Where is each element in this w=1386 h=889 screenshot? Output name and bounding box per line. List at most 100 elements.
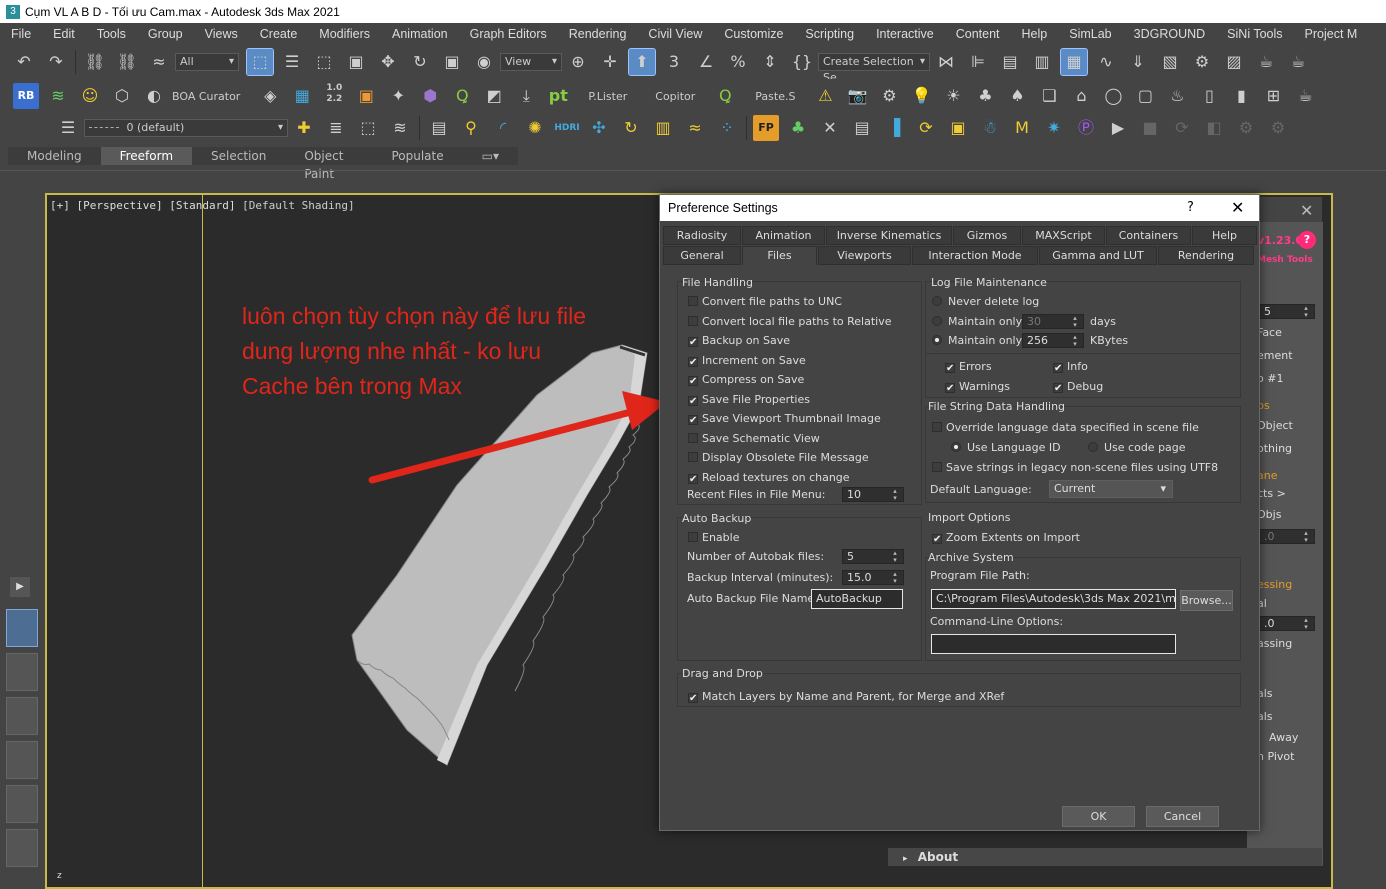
select-by-name-icon[interactable]: ☰ [279,49,305,75]
gear-icon[interactable]: ✷ [1041,115,1067,141]
snap-toggle-icon[interactable]: 3 [661,49,687,75]
pivot-center-icon[interactable]: ⊕ [565,49,591,75]
cb-reload-textures[interactable]: ✔ Reload textures on change [688,471,850,485]
cb-zoom-extents[interactable]: ✔ Zoom Extents on Import [932,531,1080,545]
stack-icon[interactable]: ◈ [257,83,283,109]
cb-backup-on-save[interactable]: ✔ Backup on Save [688,334,790,348]
dialog-help-button[interactable]: ? [1187,195,1207,221]
cancel-button[interactable]: Cancel [1146,806,1219,827]
kb-spinner[interactable]: 256 [1022,333,1084,348]
chip-icon[interactable]: ▣ [353,83,379,109]
frame2-icon[interactable]: ▢ [1132,83,1158,109]
backup-interval-spinner[interactable]: 15.0 [842,570,904,585]
select-manipulate-icon[interactable]: ✛ [597,49,623,75]
menu-graph-editors[interactable]: Graph Editors [459,27,558,41]
sini-counter-icon[interactable]: ▥ [650,115,676,141]
rb-icon[interactable]: RB [13,83,39,109]
fp-icon[interactable]: FP [753,115,779,141]
house-icon[interactable]: ⌂ [1068,83,1094,109]
about-rollout[interactable]: ▸ About [888,848,1322,866]
panel-row-8[interactable]: cts > [1257,487,1286,500]
sun-icon[interactable]: ☀ [940,83,966,109]
panel-row-9[interactable]: Objs [1257,508,1281,521]
rotate-icon[interactable]: ↻ [407,49,433,75]
material-editor-icon[interactable]: ▧ [1157,49,1183,75]
tab-gamma-lut[interactable]: Gamma and LUT [1039,246,1157,265]
smiley-icon[interactable]: ☺ [77,83,103,109]
menu-rendering[interactable]: Rendering [558,27,638,41]
current-layer-dropdown[interactable]: 0 (default) [84,119,288,137]
sini-search-icon[interactable]: ⚲ [458,115,484,141]
window-crossing-icon[interactable]: ▣ [343,49,369,75]
ribbon-options-icon[interactable]: ▭▾ [463,147,518,165]
tools-icon[interactable]: ✕ [817,115,843,141]
layout-tab-4[interactable] [6,741,38,779]
toggle-ribbon-icon[interactable]: ▥ [1029,49,1055,75]
layout-tab-3[interactable] [6,697,38,735]
expand-arrow-icon[interactable]: ▶ [10,577,30,597]
autobak-count-spinner[interactable]: 5 [842,549,904,564]
tab-maxscript[interactable]: MAXScript [1022,226,1105,245]
camera2-icon[interactable]: ⚙ [876,83,902,109]
percent-snap-icon[interactable]: % [725,49,751,75]
cb-convert-unc[interactable]: Convert file paths to UNC [688,295,842,308]
render-icon[interactable]: ☕ [1253,49,1279,75]
sync-icon[interactable]: ⟳ [1169,115,1195,141]
cb-enable-autobackup[interactable]: Enable [688,531,739,544]
cb-convert-relative[interactable]: Convert local file paths to Relative [688,315,892,328]
cb-save-utf8[interactable]: Save strings in legacy non-scene files u… [932,461,1218,474]
spinner-snap-icon[interactable]: ⇕ [757,49,783,75]
qp2-icon[interactable]: Ꝗ [712,83,738,109]
menu-animation[interactable]: Animation [381,27,459,41]
panel-row-14[interactable]: assing [1257,637,1292,650]
cb-save-thumbnail[interactable]: ✔ Save Viewport Thumbnail Image [688,412,881,426]
qp-icon[interactable]: Ꝗ [449,83,475,109]
menu-simlab[interactable]: SimLab [1058,27,1122,41]
cb-increment-on-save[interactable]: ✔ Increment on Save [688,354,806,368]
bulb-icon[interactable]: 💡 [908,83,934,109]
layer-manager-icon[interactable]: ☰ [55,115,81,141]
set-current-layer-icon[interactable]: ≋ [387,115,413,141]
menu-group[interactable]: Group [137,27,194,41]
disabled3-icon[interactable]: ⚙ [1265,115,1291,141]
panel-icon[interactable]: ▯ [1196,83,1222,109]
panel-row-18[interactable]: n Pivot [1257,750,1294,763]
cb-override-language[interactable]: Override language data specified in scen… [932,421,1199,434]
edit-named-selection-icon[interactable]: {} [789,49,815,75]
new-layer-icon[interactable]: ✚ [291,115,317,141]
tab-radiosity[interactable]: Radiosity [663,226,741,245]
panel-row-17[interactable]: Away [1269,731,1298,744]
layer-explorer-icon[interactable]: ▤ [997,49,1023,75]
select-object-icon[interactable]: ⬚ [246,48,274,76]
bars-icon[interactable]: ▐ [881,115,907,141]
cb-compress-on-save[interactable]: ✔ Compress on Save [688,373,804,387]
browse-button[interactable]: Browse... [1180,590,1233,611]
tab-rendering[interactable]: Rendering [1158,246,1254,265]
radio-never-delete[interactable]: Never delete log [932,295,1039,308]
layout-tab-1[interactable] [6,609,38,647]
rect-selection-icon[interactable]: ⬚ [311,49,337,75]
menu-civil-view[interactable]: Civil View [637,27,713,41]
panel-row-3[interactable]: o #1 [1257,372,1283,385]
layout-tab-5[interactable] [6,785,38,823]
bind-spacewarp-icon[interactable]: ≈ [146,49,172,75]
ring-icon[interactable]: ◯ [1100,83,1126,109]
menu-views[interactable]: Views [194,27,249,41]
link-icon[interactable]: ⛓ [82,49,108,75]
sini-wave-icon[interactable]: ≈ [682,115,708,141]
tree2-icon[interactable]: ♠ [1004,83,1030,109]
ribbon-tab-selection[interactable]: Selection [192,147,285,165]
cb-match-layers[interactable]: ✔ Match Layers by Name and Parent, for Me… [688,690,1004,704]
paste-button[interactable]: Paste.S [755,90,795,103]
menu-modifiers[interactable]: Modifiers [308,27,381,41]
panel-row-6[interactable]: othing [1257,442,1292,455]
ribbon-tab-modeling[interactable]: Modeling [8,147,101,165]
sini-nodes-icon[interactable]: ✣ [586,115,612,141]
viewport-menu-plus[interactable]: [+] [50,199,70,212]
placement-icon[interactable]: ◉ [471,49,497,75]
radio-maintain-kb[interactable]: Maintain only [932,334,1022,347]
selection-filter-dropdown[interactable]: All [175,53,239,71]
scale-icon[interactable]: ▣ [439,49,465,75]
tab-general[interactable]: General [663,246,741,265]
scene-explorer-icon[interactable]: ▦ [1060,48,1088,76]
